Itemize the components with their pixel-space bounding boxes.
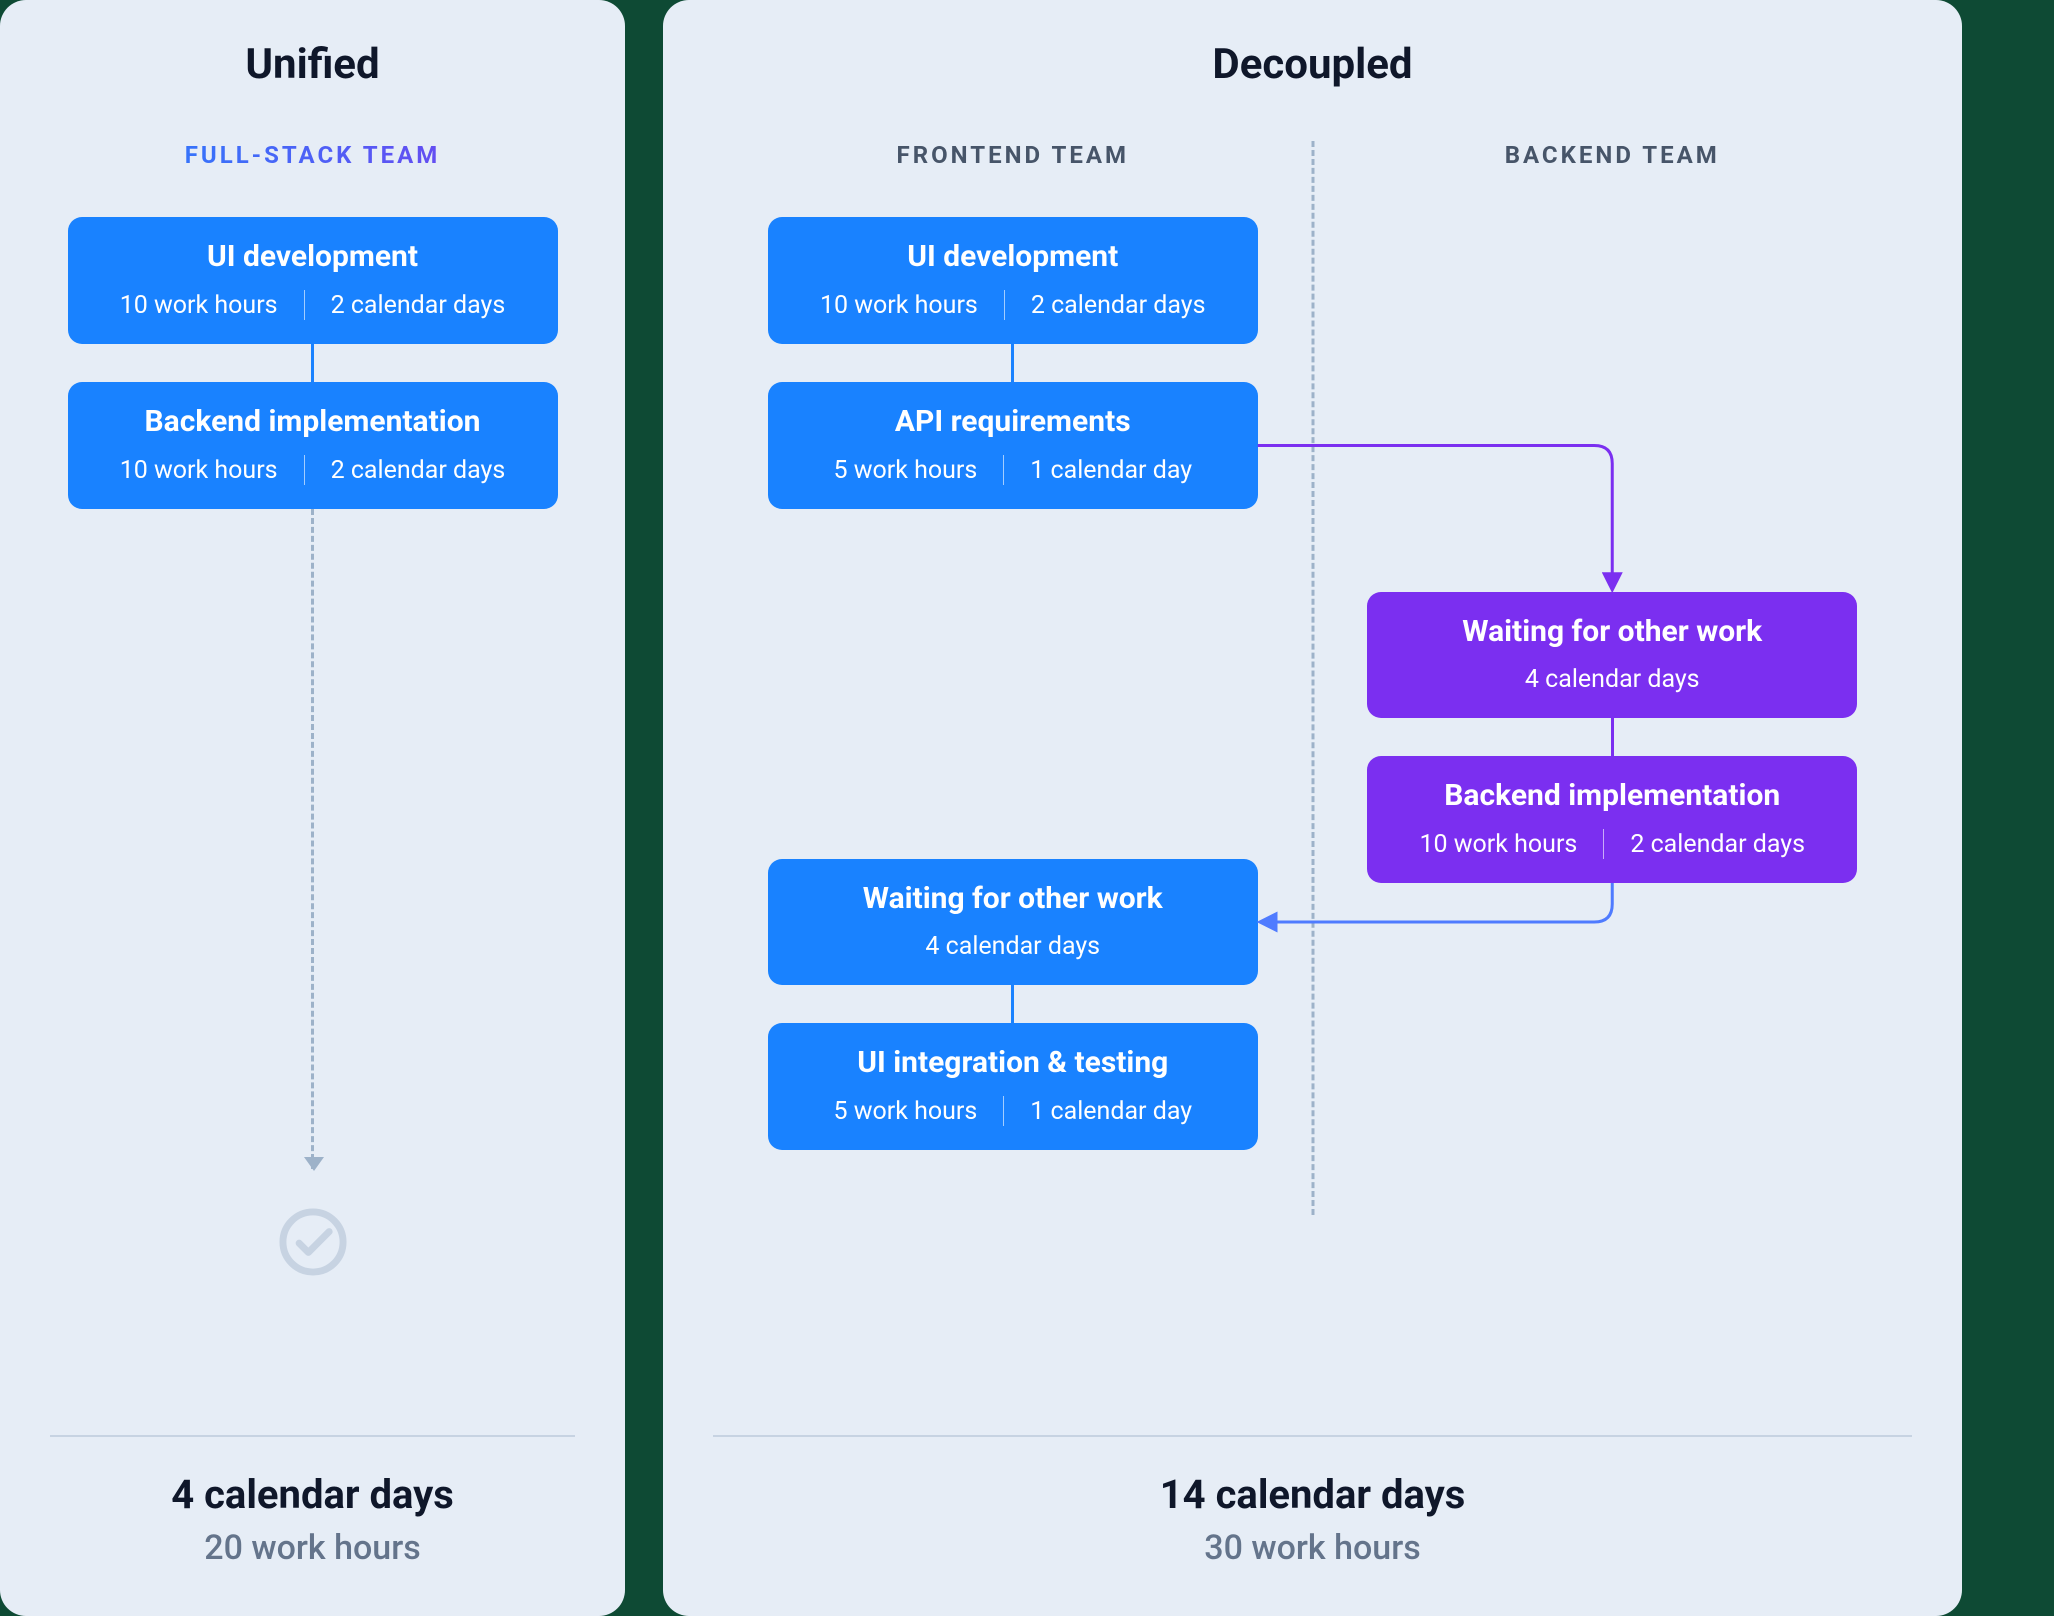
- divider-icon: [50, 1435, 575, 1437]
- meta-separator-icon: [1003, 1096, 1004, 1126]
- calendar-days: 2 calendar days: [331, 456, 506, 485]
- meta-separator-icon: [1003, 455, 1004, 485]
- work-hours: 5 work hours: [833, 456, 977, 485]
- unified-total-hours: 20 work hours: [50, 1528, 575, 1568]
- card-title: API requirements: [784, 404, 1242, 439]
- connector-line-icon: [1011, 985, 1014, 1023]
- backend-column: BACKEND TEAM Waiting for other work 4 ca…: [1313, 141, 1913, 1385]
- card-meta: 5 work hours 1 calendar day: [784, 1096, 1242, 1126]
- work-hours: 10 work hours: [120, 291, 278, 320]
- unified-step-backend-impl: Backend implementation 10 work hours 2 c…: [68, 382, 558, 509]
- work-hours: 10 work hours: [1419, 830, 1577, 859]
- meta-separator-icon: [1603, 829, 1604, 859]
- calendar-days: 4 calendar days: [1525, 665, 1700, 694]
- decoupled-title: Decoupled: [713, 40, 1912, 89]
- card-meta: 4 calendar days: [784, 932, 1242, 961]
- unified-total-days: 4 calendar days: [50, 1471, 575, 1518]
- calendar-days: 2 calendar days: [1031, 291, 1206, 320]
- unified-panel: Unified FULL-STACK TEAM UI development 1…: [0, 0, 625, 1616]
- unified-totals: 4 calendar days 20 work hours: [50, 1435, 575, 1568]
- card-title: UI development: [84, 239, 542, 274]
- check-circle-icon: [276, 1205, 350, 1279]
- be-step-implementation: Backend implementation 10 work hours 2 c…: [1367, 756, 1857, 883]
- be-step-waiting: Waiting for other work 4 calendar days: [1367, 592, 1857, 718]
- decoupled-panel: Decoupled FRONTEND TEAM UI development 1…: [663, 0, 1962, 1616]
- card-meta: 10 work hours 2 calendar days: [84, 290, 542, 320]
- frontend-team-label: FRONTEND TEAM: [897, 141, 1129, 169]
- decoupled-totals: 14 calendar days 30 work hours: [713, 1435, 1912, 1568]
- unified-column: UI development 10 work hours 2 calendar …: [50, 217, 575, 1435]
- unified-title: Unified: [50, 40, 575, 89]
- card-meta: 10 work hours 2 calendar days: [1383, 829, 1841, 859]
- fe-step-api-req: API requirements 5 work hours 1 calendar…: [768, 382, 1258, 509]
- diagram-stage: Unified FULL-STACK TEAM UI development 1…: [0, 0, 2054, 1616]
- divider-icon: [713, 1435, 1912, 1437]
- work-hours: 10 work hours: [820, 291, 978, 320]
- meta-separator-icon: [304, 290, 305, 320]
- work-hours: 5 work hours: [833, 1097, 977, 1126]
- dashed-arrow-down-icon: [311, 509, 314, 1169]
- card-title: Waiting for other work: [784, 881, 1242, 916]
- card-title: UI integration & testing: [784, 1045, 1242, 1080]
- connector-line-icon: [1011, 344, 1014, 382]
- fe-step-integration: UI integration & testing 5 work hours 1 …: [768, 1023, 1258, 1150]
- decoupled-total-days: 14 calendar days: [713, 1471, 1912, 1518]
- unified-step-ui-dev: UI development 10 work hours 2 calendar …: [68, 217, 558, 344]
- calendar-days: 1 calendar day: [1030, 456, 1192, 485]
- connector-line-icon: [311, 344, 314, 382]
- meta-separator-icon: [1004, 290, 1005, 320]
- card-title: Backend implementation: [1383, 778, 1841, 813]
- decoupled-columns: FRONTEND TEAM UI development 10 work hou…: [713, 141, 1912, 1385]
- fe-step-waiting: Waiting for other work 4 calendar days: [768, 859, 1258, 985]
- calendar-days: 4 calendar days: [925, 932, 1100, 961]
- card-title: Backend implementation: [84, 404, 542, 439]
- card-title: Waiting for other work: [1383, 614, 1841, 649]
- card-meta: 10 work hours 2 calendar days: [784, 290, 1242, 320]
- frontend-column: FRONTEND TEAM UI development 10 work hou…: [713, 141, 1313, 1385]
- card-title: UI development: [784, 239, 1242, 274]
- calendar-days: 1 calendar day: [1030, 1097, 1192, 1126]
- connector-line-icon: [1611, 718, 1614, 756]
- card-meta: 5 work hours 1 calendar day: [784, 455, 1242, 485]
- fe-step-ui-dev: UI development 10 work hours 2 calendar …: [768, 217, 1258, 344]
- work-hours: 10 work hours: [120, 456, 278, 485]
- card-meta: 4 calendar days: [1383, 665, 1841, 694]
- backend-team-label: BACKEND TEAM: [1505, 141, 1720, 169]
- decoupled-total-hours: 30 work hours: [713, 1528, 1912, 1568]
- meta-separator-icon: [304, 455, 305, 485]
- calendar-days: 2 calendar days: [1630, 830, 1805, 859]
- calendar-days: 2 calendar days: [331, 291, 506, 320]
- card-meta: 10 work hours 2 calendar days: [84, 455, 542, 485]
- fullstack-team-label: FULL-STACK TEAM: [50, 141, 575, 169]
